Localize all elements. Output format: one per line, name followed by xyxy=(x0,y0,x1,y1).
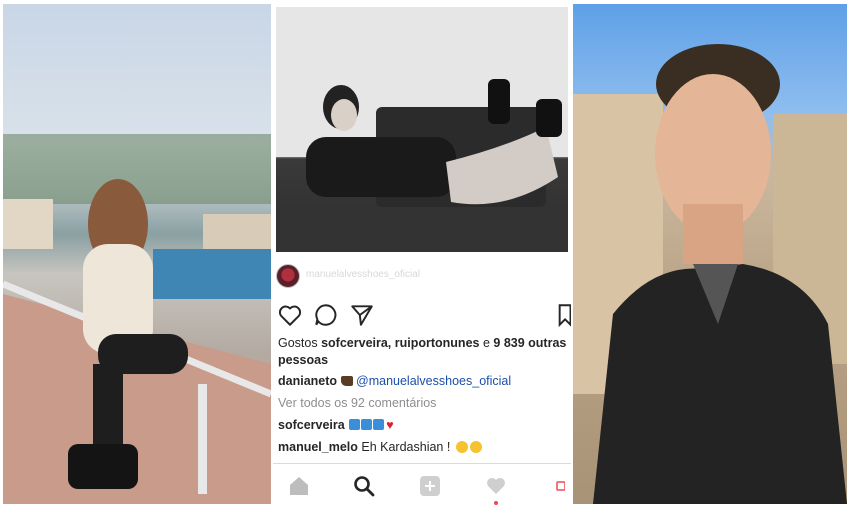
likes-suffix[interactable]: pessoas xyxy=(278,353,328,367)
post-username[interactable]: manuelalvesshoes_oficial xyxy=(306,269,420,280)
view-comments-link[interactable]: Ver todos os 92 comentários xyxy=(278,396,436,410)
right-photo xyxy=(573,4,847,504)
activity-icon[interactable] xyxy=(484,474,508,498)
likes-count[interactable]: 9 839 outras xyxy=(493,336,566,350)
comment-text: Eh Kardashian ! xyxy=(361,440,451,454)
likes-users[interactable]: sofcerveira, ruiportonunes xyxy=(321,336,479,350)
heart-icon[interactable] xyxy=(277,302,303,328)
comment-user[interactable]: manuel_melo xyxy=(278,440,358,454)
left-photo-illustration xyxy=(3,134,271,504)
notification-dot xyxy=(494,501,498,505)
post-photo-illustration xyxy=(276,7,568,252)
likes-prefix: Gostos xyxy=(278,336,318,350)
comment-icon[interactable] xyxy=(313,302,339,328)
search-icon[interactable] xyxy=(352,474,376,498)
avatar[interactable] xyxy=(276,264,300,288)
comment-user[interactable]: sofcerveira xyxy=(278,418,345,432)
bookmark-icon[interactable] xyxy=(557,302,571,328)
caption: danianeto @manuelalvesshoes_oficial xyxy=(278,374,511,388)
emoji-arrow-up-1 xyxy=(349,419,361,430)
add-icon[interactable] xyxy=(418,474,442,498)
post-image xyxy=(276,7,568,252)
smiley-emoji xyxy=(455,441,468,453)
emoji-arrow-up-3 xyxy=(373,419,385,430)
tongue-emoji xyxy=(469,441,482,453)
instagram-screenshot: manuelalvesshoes_oficial Gostos sofcerve… xyxy=(273,4,571,505)
left-photo xyxy=(3,4,271,504)
action-bar xyxy=(273,302,571,332)
caption-user[interactable]: danianeto xyxy=(278,374,337,388)
comment-row: manuel_melo Eh Kardashian ! xyxy=(278,440,482,454)
caption-mention[interactable]: @manuelalvesshoes_oficial xyxy=(356,374,511,388)
likes-conj: e xyxy=(482,336,490,350)
boot-emoji xyxy=(340,376,353,386)
profile-icon[interactable] xyxy=(555,474,565,498)
likes-line-1: Gostos sofcerveira, ruiportonunes e 9 83… xyxy=(278,336,566,350)
post-header: manuelalvesshoes_oficial xyxy=(276,262,568,292)
bottom-nav xyxy=(273,463,571,505)
comment-row: sofcerveira ♥ xyxy=(278,418,394,432)
share-icon[interactable] xyxy=(349,302,375,328)
red-heart-emoji: ♥ xyxy=(386,418,394,432)
right-photo-illustration xyxy=(573,44,847,504)
home-icon[interactable] xyxy=(287,474,311,498)
emoji-arrow-up-2 xyxy=(361,419,373,430)
